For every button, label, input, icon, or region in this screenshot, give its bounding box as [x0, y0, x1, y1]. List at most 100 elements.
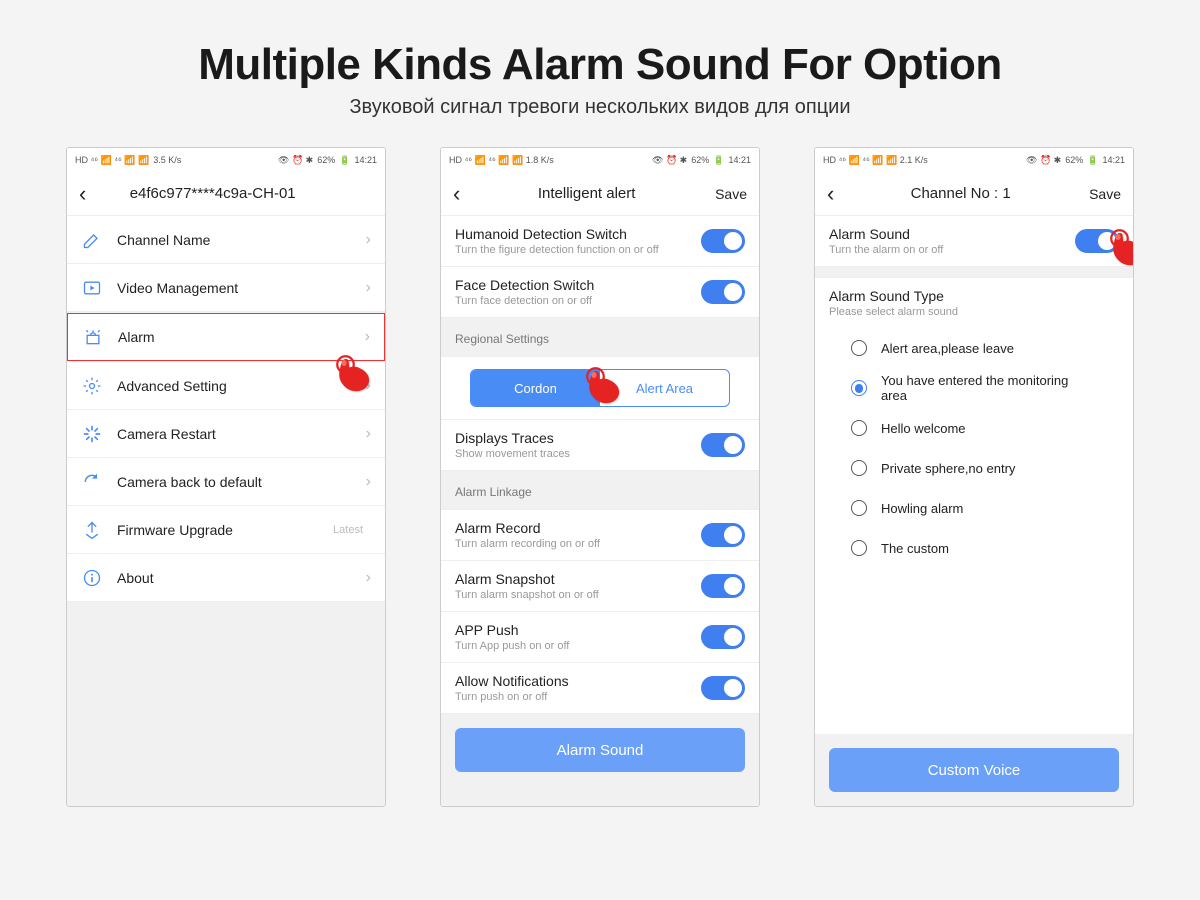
row-traces: Displays TracesShow movement traces: [441, 419, 759, 471]
row-humanoid: Humanoid Detection SwitchTurn the figure…: [441, 216, 759, 267]
chevron-right-icon: ›: [366, 425, 371, 443]
row-sound-type-header: Alarm Sound TypePlease select alarm soun…: [815, 277, 1133, 328]
row-alarm[interactable]: Alarm ›: [67, 313, 385, 361]
row-about[interactable]: About ›: [67, 554, 385, 602]
notif-toggle[interactable]: [701, 676, 745, 700]
pencil-icon: [81, 229, 103, 251]
back-button[interactable]: ‹: [79, 181, 86, 207]
radio-label: The custom: [881, 541, 949, 556]
traces-toggle[interactable]: [701, 433, 745, 457]
sound-list: Alarm Sound Turn the alarm on or off Alar…: [815, 216, 1133, 806]
row-restart[interactable]: Camera Restart ›: [67, 410, 385, 458]
radio-label: You have entered the monitoring area: [881, 373, 1097, 403]
row-title: Face Detection Switch: [455, 277, 701, 293]
save-button[interactable]: Save: [1087, 186, 1121, 202]
app-bar: ‹ Intelligent alert Save: [441, 172, 759, 216]
radio-icon: [851, 380, 867, 396]
row-snapshot: Alarm Snapshot Turn alarm snapshot on or …: [441, 561, 759, 612]
row-alarm-sound: Alarm Sound Turn the alarm on or off: [815, 216, 1133, 267]
radio-label: Private sphere,no entry: [881, 461, 1015, 476]
row-title: APP Push: [455, 622, 701, 638]
row-notifications: Allow NotificationsTurn push on or off: [441, 663, 759, 714]
app-bar: ‹ e4f6c977****4c9a-CH-01: [67, 172, 385, 216]
snapshot-toggle[interactable]: [701, 574, 745, 598]
subhead: Звуковой сигнал тревоги нескольких видов…: [40, 96, 1160, 119]
alarm-sound-button[interactable]: Alarm Sound: [455, 728, 745, 772]
status-right: 👁 ⏰ ✱ 62% 🔋 14:21: [652, 155, 751, 166]
row-sub: Turn the alarm on or off: [829, 244, 1075, 256]
settings-list: Channel Name › Video Management › Alarm …: [67, 216, 385, 806]
screen-2: HD ⁴⁶ 📶 ⁴⁶ 📶 📶 1.8 K/s 👁 ⏰ ✱ 62% 🔋 14:21…: [440, 147, 760, 807]
seg-alert-area[interactable]: Alert Area: [600, 370, 729, 406]
row-sub: Turn the figure detection function on or…: [455, 244, 701, 256]
reload-icon: [81, 471, 103, 493]
status-left: HD ⁴⁶ 📶 ⁴⁶ 📶 📶 1.8 K/s: [449, 155, 554, 166]
radio-icon: [851, 420, 867, 436]
row-title: Alarm Sound: [829, 226, 1075, 242]
screen-1: HD ⁴⁶ 📶 ⁴⁶ 📶 📶 3.5 K/s 👁 ⏰ ✱ 62% 🔋 14:21…: [66, 147, 386, 807]
section-linkage: Alarm Linkage: [441, 471, 759, 509]
row-face: Face Detection SwitchTurn face detection…: [441, 267, 759, 318]
radio-howling[interactable]: Howling alarm: [815, 488, 1133, 528]
row-sub: Turn alarm snapshot on or off: [455, 589, 701, 601]
arrow-icon: [400, 464, 426, 490]
row-firmware[interactable]: Firmware Upgrade Latest: [67, 506, 385, 554]
app-bar: ‹ Channel No : 1 Save: [815, 172, 1133, 216]
row-label: About: [117, 570, 366, 586]
row-advanced[interactable]: Advanced Setting ›: [67, 362, 385, 410]
chevron-right-icon: ›: [366, 231, 371, 249]
radio-private[interactable]: Private sphere,no entry: [815, 448, 1133, 488]
radio-icon: [851, 500, 867, 516]
info-icon: [81, 567, 103, 589]
radio-custom[interactable]: The custom: [815, 528, 1133, 568]
row-title: Alarm Snapshot: [455, 571, 701, 587]
row-title: Alarm Record: [455, 520, 701, 536]
row-channel-name[interactable]: Channel Name ›: [67, 216, 385, 264]
radio-icon: [851, 460, 867, 476]
radio-label: Alert area,please leave: [881, 341, 1014, 356]
row-label: Video Management: [117, 280, 366, 296]
alarm-icon: [82, 326, 104, 348]
row-sub: Turn App push on or off: [455, 640, 701, 652]
screen-3: HD ⁴⁶ 📶 ⁴⁶ 📶 📶 2.1 K/s 👁 ⏰ ✱ 62% 🔋 14:21…: [814, 147, 1134, 807]
status-left: HD ⁴⁶ 📶 ⁴⁶ 📶 📶 3.5 K/s: [75, 155, 181, 166]
status-bar: HD ⁴⁶ 📶 ⁴⁶ 📶 📶 1.8 K/s 👁 ⏰ ✱ 62% 🔋 14:21: [441, 148, 759, 172]
region-segment: Cordon Alert Area: [470, 369, 730, 407]
radio-monitoring[interactable]: You have entered the monitoring area: [815, 368, 1133, 408]
radio-icon: [851, 340, 867, 356]
row-sub: Please select alarm sound: [829, 306, 1119, 318]
row-label: Camera Restart: [117, 426, 366, 442]
play-icon: [81, 277, 103, 299]
alert-list: Humanoid Detection SwitchTurn the figure…: [441, 216, 759, 806]
page-title: Channel No : 1: [834, 185, 1087, 202]
radio-label: Hello welcome: [881, 421, 966, 436]
back-button[interactable]: ‹: [453, 181, 460, 207]
row-sub: Show movement traces: [455, 448, 701, 460]
row-default[interactable]: Camera back to default ›: [67, 458, 385, 506]
alarm-sound-toggle[interactable]: [1075, 229, 1119, 253]
seg-cordon[interactable]: Cordon: [471, 370, 600, 406]
chevron-right-icon: ›: [366, 279, 371, 297]
status-bar: HD ⁴⁶ 📶 ⁴⁶ 📶 📶 3.5 K/s 👁 ⏰ ✱ 62% 🔋 14:21: [67, 148, 385, 172]
status-bar: HD ⁴⁶ 📶 ⁴⁶ 📶 📶 2.1 K/s 👁 ⏰ ✱ 62% 🔋 14:21: [815, 148, 1133, 172]
chevron-right-icon: ›: [366, 473, 371, 491]
humanoid-toggle[interactable]: [701, 229, 745, 253]
row-label: Firmware Upgrade: [117, 522, 333, 538]
row-video-management[interactable]: Video Management ›: [67, 264, 385, 312]
row-record: Alarm RecordTurn alarm recording on or o…: [441, 509, 759, 561]
radio-label: Howling alarm: [881, 501, 963, 516]
save-button[interactable]: Save: [713, 186, 747, 202]
row-label: Channel Name: [117, 232, 366, 248]
push-toggle[interactable]: [701, 625, 745, 649]
back-button[interactable]: ‹: [827, 181, 834, 207]
radio-hello[interactable]: Hello welcome: [815, 408, 1133, 448]
face-toggle[interactable]: [701, 280, 745, 304]
radio-alert-area[interactable]: Alert area,please leave: [815, 328, 1133, 368]
radio-group: Alert area,please leave You have entered…: [815, 328, 1133, 576]
status-right: 👁 ⏰ ✱ 62% 🔋 14:21: [278, 155, 377, 166]
page-title: Intelligent alert: [460, 185, 713, 202]
headline: Multiple Kinds Alarm Sound For Option: [40, 40, 1160, 90]
custom-voice-button[interactable]: Custom Voice: [829, 748, 1119, 792]
status-left: HD ⁴⁶ 📶 ⁴⁶ 📶 📶 2.1 K/s: [823, 155, 928, 166]
record-toggle[interactable]: [701, 523, 745, 547]
